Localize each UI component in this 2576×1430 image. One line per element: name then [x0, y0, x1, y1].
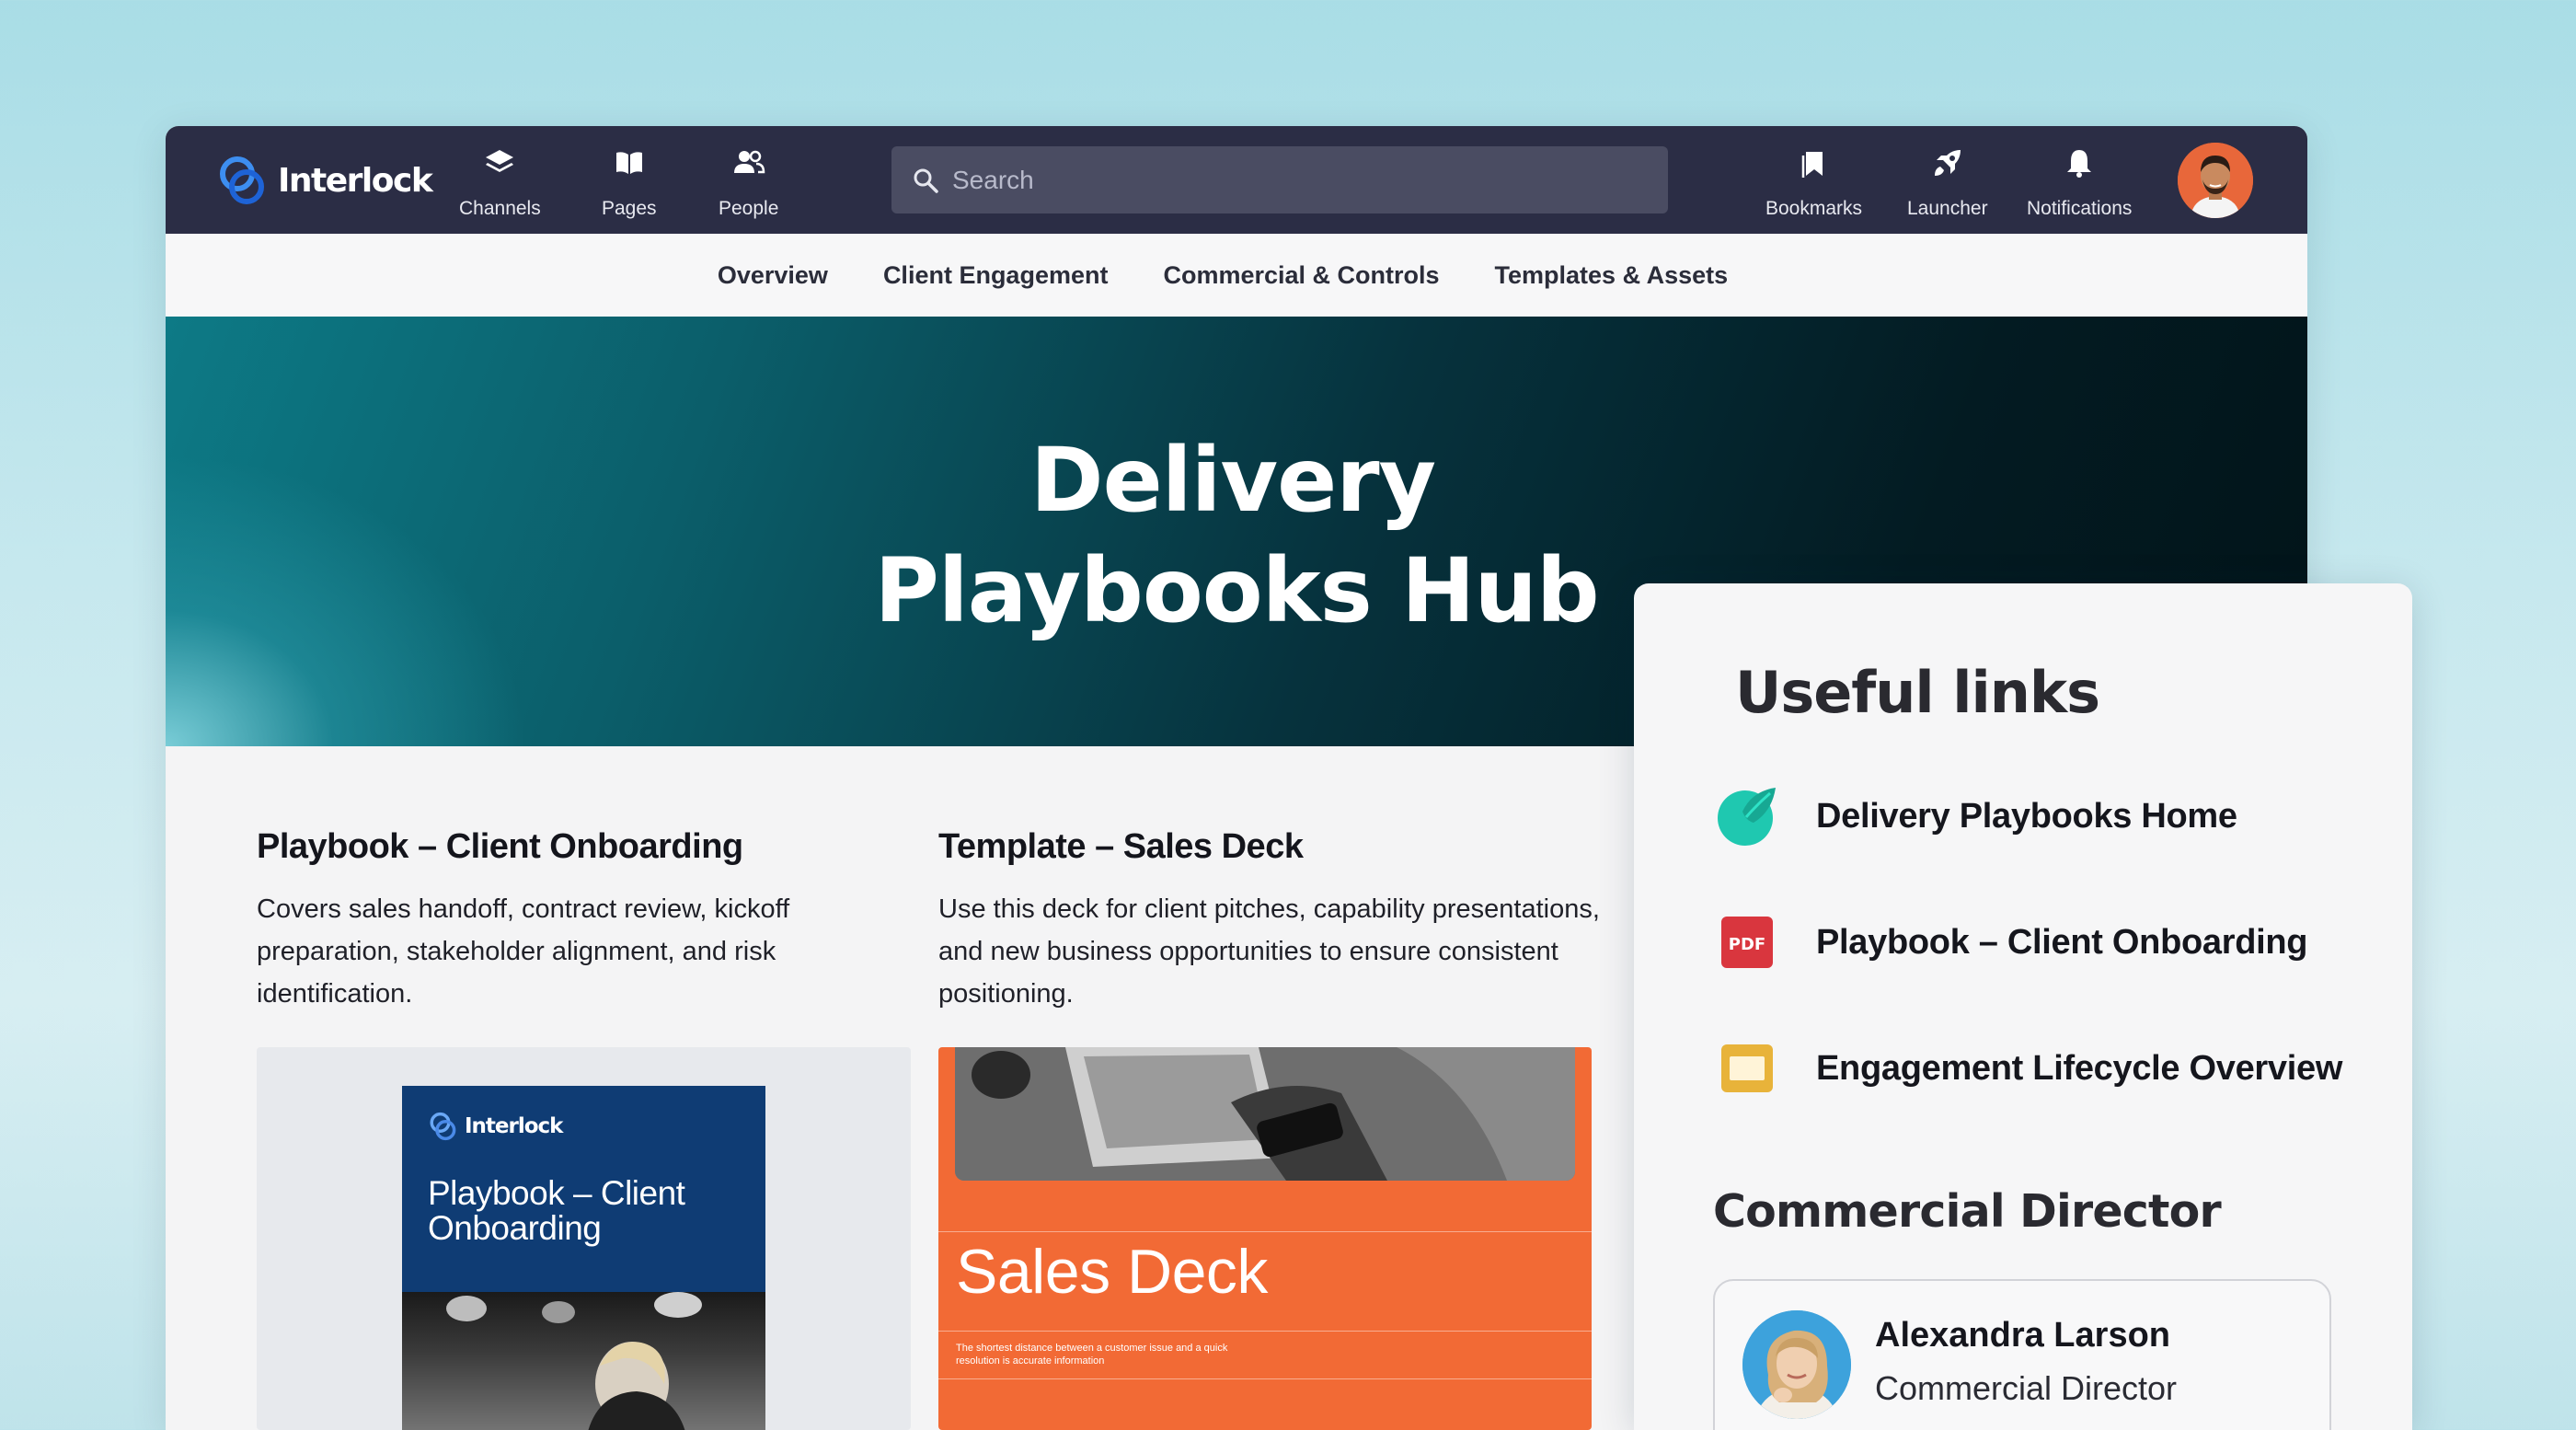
sales-deck-title: Sales Deck: [956, 1237, 1268, 1307]
divider-line: [938, 1378, 1592, 1379]
link-delivery-playbooks-home[interactable]: Delivery Playbooks Home: [1715, 784, 2237, 848]
notifications-label: Notifications: [2027, 198, 2133, 219]
top-navigation-bar: Interlock Channels Pages People Search B…: [166, 126, 2307, 234]
contact-card[interactable]: Alexandra Larson Commercial Director: [1713, 1279, 2331, 1430]
search-icon: [914, 168, 938, 193]
card-sales-deck-thumbnail[interactable]: Sales Deck The shortest distance between…: [938, 1047, 1592, 1430]
bell-icon: [2067, 150, 2092, 178]
link-label: Engagement Lifecycle Overview: [1816, 1048, 2343, 1088]
interlock-logo-icon: [430, 1112, 456, 1141]
tab-commercial-controls[interactable]: Commercial & Controls: [1163, 261, 1439, 290]
logo-text: Interlock: [278, 161, 433, 200]
rocket-icon: [1934, 150, 1961, 176]
user-avatar-image: [2178, 143, 2253, 218]
link-playbook-client-onboarding[interactable]: PDF Playbook – Client Onboarding: [1715, 910, 2308, 974]
tab-client-engagement[interactable]: Client Engagement: [883, 261, 1109, 290]
nav-channels-label: Channels: [459, 198, 541, 219]
divider-line: [938, 1331, 1592, 1332]
contact-role: Commercial Director: [1875, 1369, 2178, 1407]
card-sales-deck-description: Use this deck for client pitches, capabi…: [938, 894, 1600, 1009]
sales-deck-subtitle: The shortest distance between a customer…: [956, 1343, 1228, 1367]
link-label: Delivery Playbooks Home: [1816, 796, 2237, 836]
bookmarks-icon: [1801, 152, 1823, 178]
tab-overview[interactable]: Overview: [718, 261, 828, 290]
card-sales-deck-title[interactable]: Template – Sales Deck: [938, 827, 1304, 867]
tab-templates-assets[interactable]: Templates & Assets: [1495, 261, 1729, 290]
nav-people-label: People: [719, 198, 779, 219]
book-icon: [615, 152, 642, 174]
useful-links-panel: Useful links Delivery Playbooks Home PDF…: [1634, 583, 2412, 1430]
sales-deck-photo: [955, 1047, 1575, 1181]
cover-logo: Interlock: [428, 1110, 563, 1143]
page-title-line-1: Delivery: [1029, 429, 1436, 532]
card-onboarding-thumbnail[interactable]: Interlock Playbook – Client Onboarding: [257, 1047, 911, 1430]
nav-pages[interactable]: Pages: [602, 146, 657, 220]
people-icon: [733, 150, 765, 174]
useful-links-heading: Useful links: [1735, 659, 2100, 726]
launcher-button[interactable]: Launcher: [1907, 146, 1988, 220]
link-engagement-lifecycle-overview[interactable]: Engagement Lifecycle Overview: [1715, 1036, 2342, 1101]
contact-heading: Commercial Director: [1713, 1185, 2222, 1238]
nav-people[interactable]: People: [719, 146, 778, 220]
search-bar[interactable]: [891, 146, 1668, 213]
interlock-logo-icon: [220, 156, 264, 204]
pdf-icon: PDF: [1715, 910, 1779, 974]
onboarding-document-cover: Interlock Playbook – Client Onboarding: [402, 1086, 765, 1430]
notifications-button[interactable]: Notifications: [2027, 146, 2132, 220]
leaf-icon: [1715, 784, 1779, 848]
section-tabs: Overview Client Engagement Commercial & …: [166, 234, 2307, 317]
contact-avatar: [1742, 1310, 1851, 1419]
nav-pages-label: Pages: [602, 198, 657, 219]
card-onboarding-description: Covers sales handoff, contract review, k…: [257, 894, 790, 1009]
cover-photo: [402, 1292, 765, 1430]
bookmarks-label: Bookmarks: [1765, 198, 1863, 219]
nav-channels[interactable]: Channels: [459, 146, 541, 220]
search-input[interactable]: [952, 165, 1651, 195]
divider-line: [938, 1231, 1592, 1232]
contact-name: Alexandra Larson: [1875, 1316, 2170, 1355]
card-onboarding-title[interactable]: Playbook – Client Onboarding: [257, 827, 743, 867]
launcher-label: Launcher: [1907, 198, 1988, 219]
link-label: Playbook – Client Onboarding: [1816, 922, 2308, 962]
user-avatar[interactable]: [2178, 143, 2253, 218]
interlock-logo[interactable]: Interlock: [217, 152, 433, 209]
bookmarks-button[interactable]: Bookmarks: [1765, 146, 1862, 220]
cover-logo-text: Interlock: [465, 1114, 563, 1138]
pdf-icon-text: PDF: [1729, 935, 1765, 954]
cover-title: Playbook – Client Onboarding: [428, 1174, 685, 1247]
slides-icon: [1715, 1036, 1779, 1101]
layers-icon: [486, 150, 514, 172]
